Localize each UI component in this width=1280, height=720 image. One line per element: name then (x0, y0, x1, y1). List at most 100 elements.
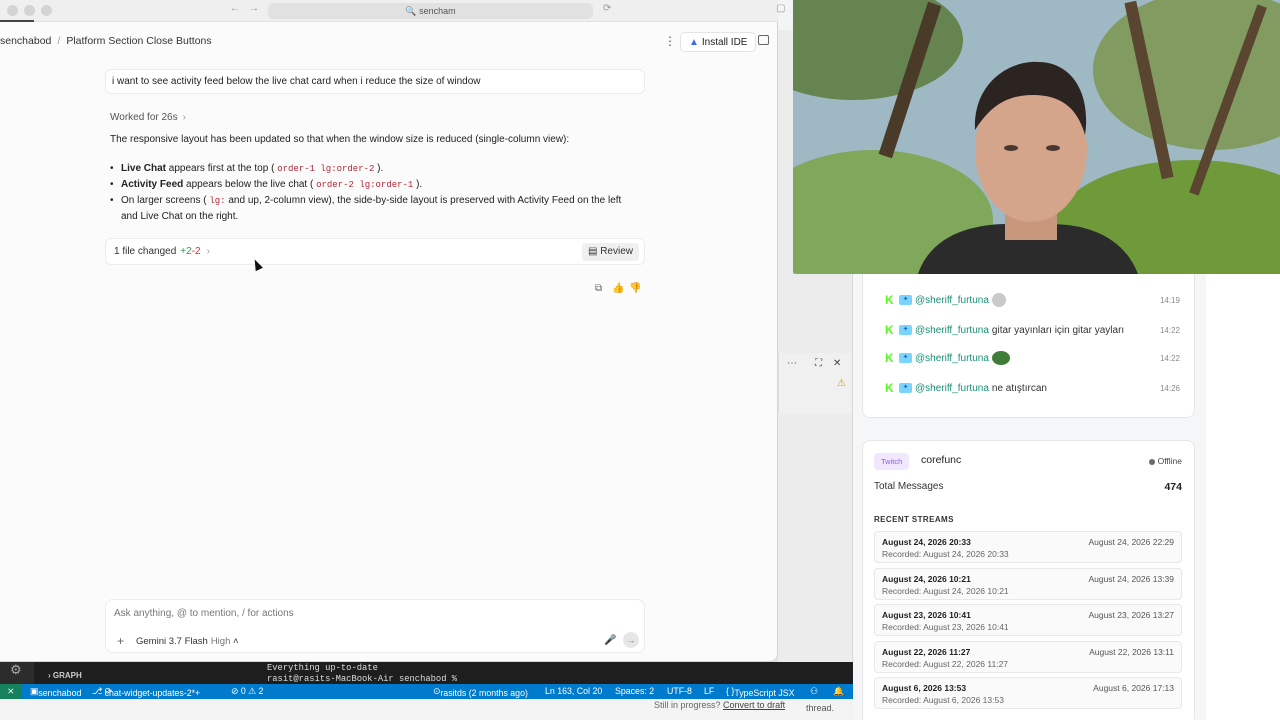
bullet-text: appears below the live chat ( (183, 179, 317, 190)
chevron-up-icon: ˄ (230, 636, 239, 647)
graph-section-label[interactable]: › GRAPH (48, 671, 82, 680)
stream-start: August 24, 2026 20:33 (882, 537, 971, 547)
webcam-overlay (793, 0, 1280, 274)
more-options-button[interactable]: ⋮ (664, 34, 676, 48)
chat-text: gitar yayınları için gitar yayları (991, 324, 1125, 336)
file-changes-bar[interactable]: 1 file changed +2-2 › ▤ Review (105, 238, 645, 265)
status-eol[interactable]: LF (704, 686, 714, 696)
thumbs-up-icon[interactable]: 👍 (612, 283, 624, 294)
platform-badge: Twitch (874, 453, 910, 470)
stream-item[interactable]: August 24, 2026 10:21 August 24, 2026 13… (874, 568, 1182, 600)
stream-recorded: Recorded: August 23, 2026 10:41 (882, 622, 1009, 632)
chat-username[interactable]: @sheriff_furtuna (915, 353, 989, 364)
worked-duration[interactable]: Worked for 26s › (110, 112, 186, 123)
breadcrumb: senchabod / Platform Section Close Buttons (0, 35, 212, 47)
address-text: sencham (419, 6, 456, 16)
breadcrumb-separator: / (57, 35, 61, 47)
active-tab-indicator (0, 20, 34, 22)
total-messages-label: Total Messages (874, 481, 944, 492)
forward-icon[interactable]: → (249, 3, 259, 14)
copy-icon[interactable]: ⧉ (595, 283, 602, 294)
list-item: Activity Feed appears below the live cha… (110, 177, 640, 193)
emote-icon (991, 293, 1006, 307)
status-blame-label: rasitds (2 months ago) (440, 688, 528, 698)
gear-icon[interactable]: ⚙ (10, 662, 22, 678)
tabs-icon[interactable]: ▢ (776, 3, 785, 14)
status-spaces[interactable]: Spaces: 2 (615, 686, 654, 696)
bullet-text: ). (413, 179, 423, 190)
list-item: On larger screens ( lg: and up, 2-column… (110, 193, 640, 225)
model-level: High (210, 636, 231, 647)
chat-time: 14:22 (1159, 325, 1180, 335)
stream-end: August 6, 2026 17:13 (1093, 683, 1174, 693)
status-encoding[interactable]: UTF-8 (667, 686, 692, 696)
stream-item[interactable]: August 23, 2026 10:41 August 23, 2026 13… (874, 604, 1182, 636)
copilot-icon[interactable]: ⚇ (810, 686, 818, 697)
chat-username[interactable]: @sheriff_furtuna (915, 325, 989, 336)
install-ide-button[interactable]: ▲ Install IDE (680, 32, 757, 52)
breadcrumb-root[interactable]: senchabod (0, 35, 51, 47)
microphone-icon[interactable]: 🎤 (604, 635, 616, 646)
bullet-code: order-2 lg:order-1 (316, 180, 414, 190)
toggle-panel-icon[interactable] (758, 35, 769, 45)
status-folder[interactable]: ▣ senchabod (30, 686, 81, 698)
model-selector[interactable]: Gemini 3.7 Flash High ˄ (136, 636, 239, 647)
status-language-label: TypeScript JSX (734, 688, 795, 698)
lines-added: +2 (180, 246, 192, 257)
prompt-input[interactable] (114, 608, 514, 619)
chat-message: K ✦ @sheriff_furtuna 14:22 (885, 348, 1180, 368)
stream-item[interactable]: August 24, 2026 20:33 August 24, 2026 22… (874, 531, 1182, 563)
badge-icon: ✦ (899, 325, 912, 335)
terminal-output[interactable]: Everything up-to-date rasit@rasits-MacBoo… (267, 663, 462, 684)
status-position[interactable]: Ln 163, Col 20 (545, 686, 602, 696)
address-bar[interactable]: 🔍 sencham (268, 3, 593, 19)
terminal-line: rasit@rasits-MacBook-Air senchabod % (267, 673, 463, 684)
thumbs-down-icon[interactable]: 👎 (629, 283, 641, 294)
lines-removed: -2 (191, 246, 201, 257)
stream-start: August 24, 2026 10:21 (882, 574, 971, 584)
recent-streams-title: RECENT STREAMS (874, 515, 954, 524)
refresh-icon[interactable]: ⟳ (603, 3, 611, 14)
review-button[interactable]: ▤ Review (581, 243, 639, 261)
status-language[interactable]: { } TypeScript JSX (726, 686, 794, 698)
stream-item[interactable]: August 6, 2026 13:53 August 6, 2026 17:1… (874, 677, 1182, 709)
chevron-right-icon: › (206, 246, 210, 257)
stream-end: August 23, 2026 13:27 (1088, 610, 1174, 620)
chat-username[interactable]: @sheriff_furtuna (915, 383, 989, 394)
stream-recorded: Recorded: August 6, 2026 13:53 (882, 695, 1004, 705)
badge-icon: ✦ (899, 295, 912, 305)
stream-item[interactable]: August 22, 2026 11:27 August 22, 2026 13… (874, 641, 1182, 673)
status-folder-label: senchabod (38, 688, 82, 698)
add-context-button[interactable]: + (117, 634, 124, 648)
convert-to-draft-link[interactable]: Convert to draft (723, 700, 785, 710)
chat-time: 14:19 (1159, 295, 1180, 305)
chat-time: 14:26 (1159, 383, 1180, 393)
bell-icon[interactable]: 🔔 (833, 686, 844, 697)
stream-card: Twitch corefunc Offline Total Messages 4… (862, 440, 1195, 720)
review-icon: ▤ (587, 246, 601, 257)
status-branch-label: chat-widget-updates-2*+ (104, 688, 201, 698)
status-blame[interactable]: ⊙ rasitds (2 months ago) (433, 686, 528, 698)
status-problems[interactable]: ⊘ 0 ⚠ 2 (231, 686, 263, 697)
background-dialog: ⋯ ⛶ ✕ ⚠ (778, 353, 852, 413)
chevron-right-icon: › (182, 112, 186, 123)
stream-recorded: Recorded: August 24, 2026 10:21 (882, 586, 1009, 596)
back-icon[interactable]: ← (230, 3, 240, 14)
chat-message: K ✦ @sheriff_furtuna gitar yayınları içi… (885, 320, 1180, 340)
worked-label: Worked for 26s (110, 112, 178, 123)
expand-icon[interactable]: ⛶ (815, 358, 822, 369)
more-icon[interactable]: ⋯ (787, 358, 797, 369)
close-icon[interactable]: ✕ (833, 358, 841, 369)
status-branch[interactable]: ⎇ chat-widget-updates-2*+ ⟳ (92, 686, 200, 698)
chat-message: K ✦ @sheriff_furtuna ne atıştırcan 14:26 (885, 378, 1180, 398)
chat-text: ne atıştırcan (991, 382, 1047, 394)
bullet-bold: Activity Feed (121, 179, 184, 190)
window-minimize-button[interactable] (24, 5, 35, 16)
chat-username[interactable]: @sheriff_furtuna (915, 295, 989, 306)
stream-recorded: Recorded: August 24, 2026 20:33 (882, 549, 1009, 559)
window-close-button[interactable] (7, 5, 18, 16)
window-maximize-button[interactable] (41, 5, 52, 16)
send-button[interactable]: → (623, 632, 639, 648)
stream-start: August 22, 2026 11:27 (882, 647, 971, 657)
breadcrumb-current[interactable]: Platform Section Close Buttons (66, 35, 211, 47)
